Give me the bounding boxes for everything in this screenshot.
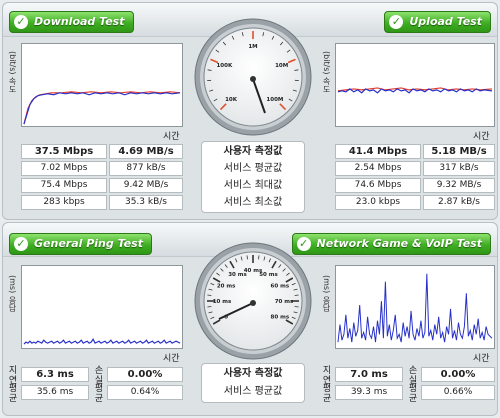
speed-label-min: 서비스 최소값 (223, 197, 283, 208)
ping-gauge-label: 80 ms (271, 315, 290, 321)
ping-chart-plot (23, 338, 181, 345)
download-avg-mbs: 877 kB/s (109, 161, 183, 176)
ping-gauge-label: 20 ms (217, 284, 236, 290)
game-chart-plot (337, 273, 493, 343)
download-y-axis-label: (bit/s) 속도 (8, 51, 17, 94)
ping-gauge-label: 60 ms (271, 284, 290, 290)
network-game-voip-test-title: Network Game & VoIP Test (316, 237, 482, 250)
ping-gauge-minor-tick (207, 294, 212, 296)
bandwidth-panel: ✓ Download Test ✓ Upload Test (bit/s) 속도… (2, 2, 498, 220)
download-series-red (23, 91, 181, 125)
speed-gauge-label: 10M (275, 63, 288, 69)
download-chart-plot (23, 91, 181, 125)
ping-gauge-label: 70 ms (275, 299, 294, 305)
network-game-voip-test-button[interactable]: ✓ Network Game & VoIP Test (291, 233, 491, 255)
game-series-blue (337, 273, 493, 343)
download-test-title: Download Test (34, 15, 125, 28)
game-user-loss: 0.00% (421, 367, 495, 382)
general-ping-test-button[interactable]: ✓ General Ping Test (9, 233, 152, 255)
ping-gauge-minor-tick (294, 306, 299, 308)
game-y-axis-label: (ms) 응답 (322, 275, 331, 312)
speed-label-user: 사용자 측정값 (223, 146, 283, 157)
upload-min-mbs: 2.87 kB/s (423, 195, 495, 210)
upload-max-mbps: 74.6 Mbps (335, 178, 421, 193)
upload-avg-mbps: 2.54 Mbps (335, 161, 421, 176)
download-max-mbs: 9.42 MB/s (109, 178, 183, 193)
download-series-blue (23, 92, 181, 125)
upload-x-axis-label: 시간 (473, 132, 490, 142)
ping-avg-side-label: 평균 (8, 384, 18, 404)
ping-latency-side-label: 지연 (8, 366, 18, 386)
ping-avg-loss: 0.64% (107, 385, 183, 400)
upload-y-axis-label: (bit/s) 속도 (322, 51, 331, 94)
ping-y-axis-label: (ms) 응답 (8, 275, 17, 312)
check-icon: ✓ (14, 15, 28, 29)
speed-label-average: 서비스 평균값 (223, 163, 283, 174)
check-icon: ✓ (389, 15, 404, 29)
upload-avg-mbs: 317 kB/s (423, 161, 495, 176)
game-avg-side-label: 평균 (322, 384, 332, 404)
download-user-mbps: 37.5 Mbps (21, 144, 107, 159)
game-avg-loss: 0.66% (421, 385, 495, 400)
ping-label-average: 서비스 평균값 (223, 386, 283, 397)
ping-chart (21, 265, 183, 349)
speed-label-max: 서비스 최대값 (223, 180, 283, 191)
game-x-axis-label: 시간 (473, 354, 490, 364)
download-chart (21, 43, 183, 127)
ping-loss-side-label: 손실 (94, 366, 104, 386)
speed-gauge-label: 10K (225, 97, 238, 103)
check-icon: ✓ (14, 237, 28, 251)
upload-test-title: Upload Test (409, 15, 482, 28)
upload-user-mbs: 5.18 MB/s (423, 144, 495, 159)
general-ping-test-title: General Ping Test (34, 237, 143, 250)
download-min-mbps: 283 kbps (21, 195, 107, 210)
game-loss-side-label: 손실 (408, 366, 418, 386)
speed-gauge: 10K 100K 1M 10M 100M (193, 17, 313, 137)
ping-gauge: 0 10 ms 20 ms 30 ms 40 ms 50 ms 60 ms 70 ms 80 m… (193, 241, 313, 361)
speed-gauge-label: 1M (248, 44, 257, 50)
ping-user-latency: 6.3 ms (21, 367, 89, 382)
upload-user-mbps: 41.4 Mbps (335, 144, 421, 159)
ping-avg-latency: 35.6 ms (21, 385, 89, 400)
download-x-axis-label: 시간 (163, 132, 180, 142)
upload-max-mbs: 9.32 MB/s (423, 178, 495, 193)
upload-chart (335, 43, 495, 127)
game-loss-avg-side-label: 평균 (408, 384, 418, 404)
game-avg-latency: 39.3 ms (335, 385, 403, 400)
ping-series-blue (23, 338, 181, 345)
upload-min-mbps: 23.0 kbps (335, 195, 421, 210)
speed-gauge-label: 100M (266, 97, 283, 103)
latency-panel: ✓ General Ping Test ✓ Network Game & VoI… (2, 222, 498, 416)
ping-gauge-label: 50 ms (259, 272, 278, 278)
game-chart (335, 265, 495, 349)
ping-label-user: 사용자 측정값 (223, 368, 283, 379)
ping-user-loss: 0.00% (107, 367, 183, 382)
ping-gauge-minor-tick (207, 306, 212, 308)
download-min-mbs: 35.3 kB/s (109, 195, 183, 210)
speed-test-window: ✓ Download Test ✓ Upload Test (bit/s) 속도… (0, 0, 500, 418)
download-avg-mbps: 7.02 Mbps (21, 161, 107, 176)
download-test-button[interactable]: ✓ Download Test (9, 11, 134, 33)
ping-gauge-minor-tick (246, 255, 248, 260)
download-user-mbs: 4.69 MB/s (109, 144, 183, 159)
upload-chart-plot (337, 87, 493, 94)
game-user-latency: 7.0 ms (335, 367, 403, 382)
ping-gauge-minor-tick (294, 294, 299, 296)
ping-x-axis-label: 시간 (163, 354, 180, 364)
speed-gauge-label: 100K (216, 63, 232, 69)
ping-gauge-minor-tick (258, 255, 260, 260)
download-max-mbps: 75.4 Mbps (21, 178, 107, 193)
ping-gauge-label: 10 ms (213, 299, 232, 305)
game-latency-side-label: 지연 (322, 366, 332, 386)
upload-test-button[interactable]: ✓ Upload Test (384, 11, 491, 33)
ping-loss-avg-side-label: 평균 (94, 384, 104, 404)
